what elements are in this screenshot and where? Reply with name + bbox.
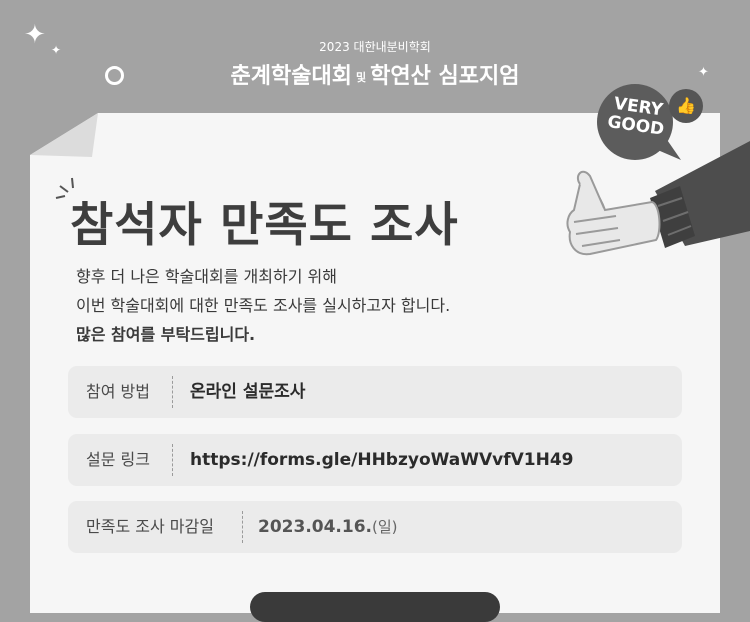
survey-intro: 향후 더 나은 학술대회를 개최하기 위해 이번 학술대회에 대한 만족도 조사…: [76, 262, 450, 349]
info-row-deadline: 만족도 조사 마감일 2023.04.16.(일): [68, 501, 682, 553]
row-label: 참여 방법: [86, 382, 150, 401]
event-title-joiner: 및: [355, 71, 367, 84]
deadline-value: 2023.04.16.(일): [258, 501, 398, 553]
deadline-date: 2023.04.16.: [258, 517, 373, 537]
thumbs-up-icon: 👍: [669, 89, 703, 123]
row-label: 만족도 조사 마감일: [86, 517, 214, 536]
paper-fold-corner: [30, 113, 98, 157]
intro-line: 향후 더 나은 학술대회를 개최하기 위해: [76, 267, 337, 286]
survey-title: 참석자 만족도 조사: [70, 198, 459, 253]
survey-link[interactable]: https://forms.gle/HHbzyoWaWVvfV1H49: [190, 434, 574, 486]
event-title-part1: 춘계학술대회: [230, 64, 352, 89]
row-label: 설문 링크: [86, 450, 150, 469]
row-divider: [172, 376, 173, 408]
info-row-method: 참여 방법 온라인 설문조사: [68, 366, 682, 418]
event-organizer: 2023 대한내분비학회: [319, 40, 431, 54]
row-divider: [172, 444, 173, 476]
row-divider: [242, 511, 243, 543]
deadline-day: (일): [372, 518, 398, 536]
row-value: 온라인 설문조사: [190, 382, 306, 402]
survey-cta-button[interactable]: [250, 592, 500, 622]
info-row-link: 설문 링크 https://forms.gle/HHbzyoWaWVvfV1H4…: [68, 434, 682, 486]
intro-line-emphasis: 많은 참여를 부탁드립니다.: [76, 325, 256, 344]
thumbs-up-hand-illustration: [566, 141, 750, 256]
event-title-part2: 학연산 심포지엄: [370, 64, 520, 89]
intro-line: 이번 학술대회에 대한 만족도 조사를 실시하고자 합니다.: [76, 296, 451, 315]
